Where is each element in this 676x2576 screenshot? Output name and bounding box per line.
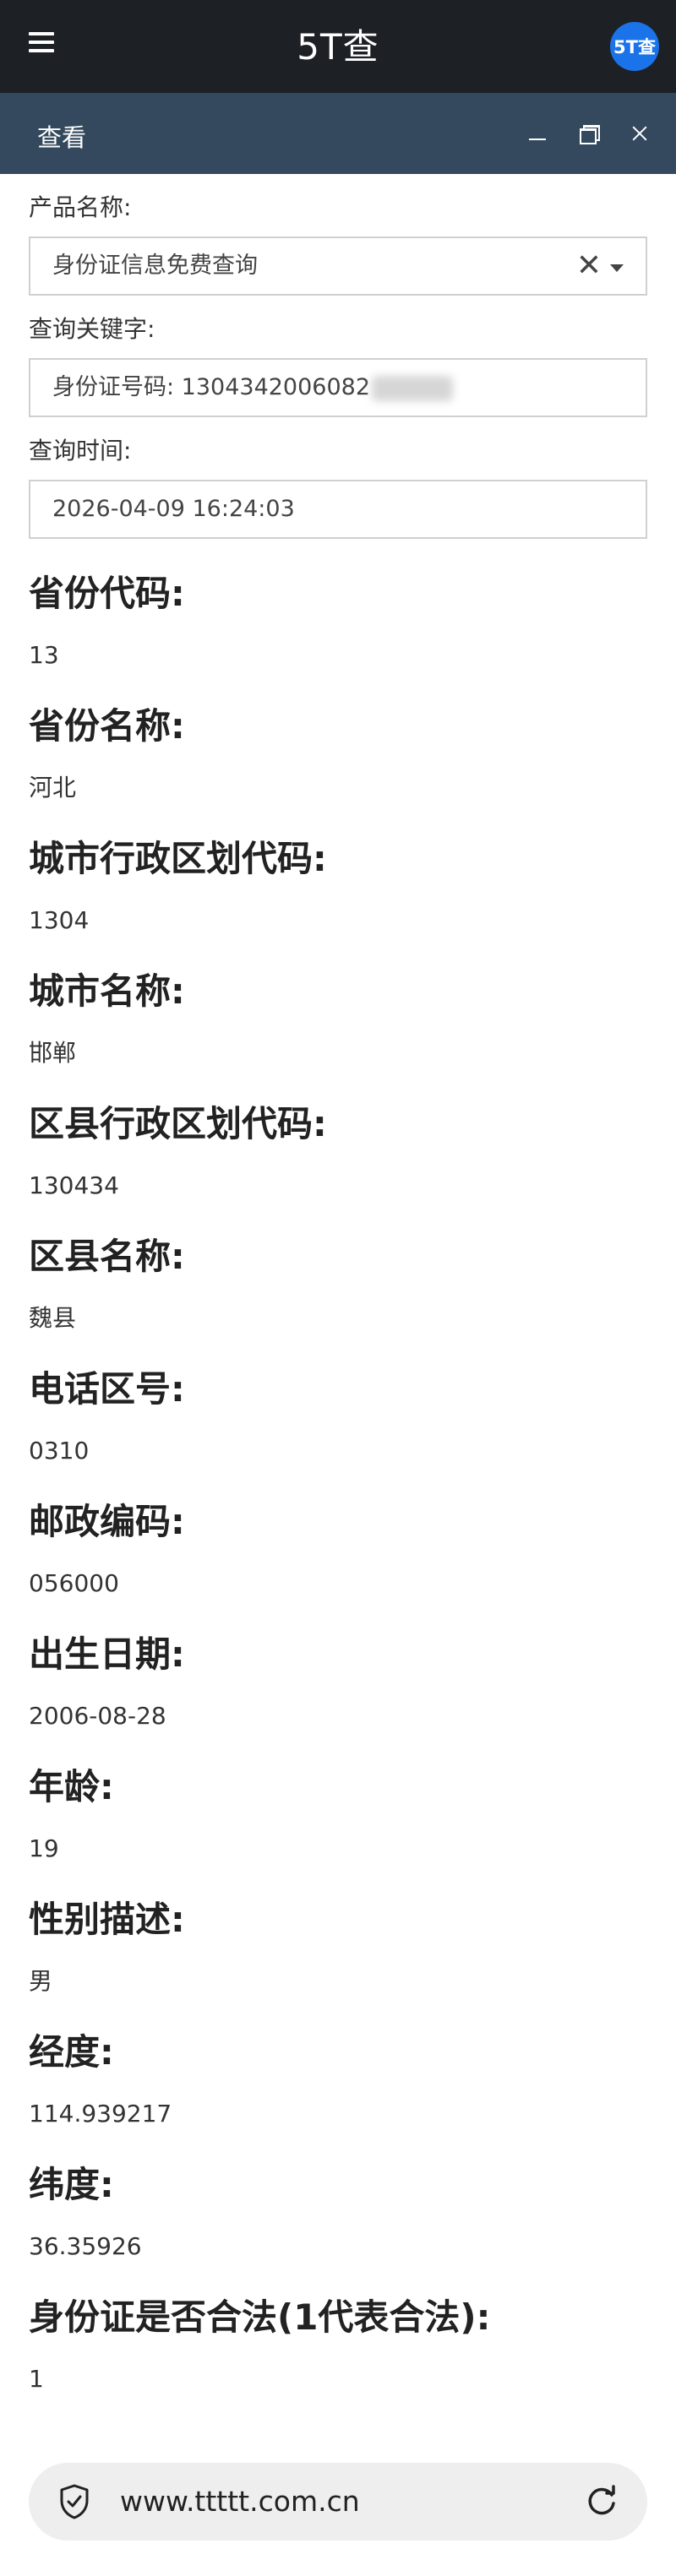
result-label: 区县名称:	[29, 1236, 185, 1277]
result-value: 130434	[29, 1171, 119, 1199]
chevron-down-icon[interactable]	[610, 264, 624, 272]
result-list: 省份代码: 13 省份名称: 河北 城市行政区划代码: 1304 城市名称: 邯…	[29, 559, 647, 2416]
result-item: 身份证是否合法(1代表合法): 1	[29, 2283, 647, 2416]
result-label: 纬度:	[29, 2164, 114, 2205]
app-title: 5T查	[297, 26, 379, 68]
result-label: 年龄:	[29, 1766, 114, 1807]
result-item: 经度: 114.939217	[29, 2018, 647, 2150]
reload-icon[interactable]	[581, 2481, 622, 2522]
time-field[interactable]: 2026-04-09 16:24:03	[29, 480, 647, 539]
top-app-bar: 5T查 5T查	[0, 0, 676, 93]
result-label: 区县行政区划代码:	[29, 1103, 327, 1144]
redaction-blur	[372, 375, 453, 401]
close-icon[interactable]	[622, 117, 656, 150]
result-item: 邮政编码: 056000	[29, 1487, 647, 1620]
result-value: 魏县	[29, 1304, 77, 1332]
browser-address-bar[interactable]: www.ttttt.com.cn	[29, 2463, 647, 2541]
result-item: 电话区号: 0310	[29, 1355, 647, 1487]
result-label: 省份名称:	[29, 705, 185, 747]
result-label: 性别描述:	[29, 1899, 185, 1940]
logo-badge[interactable]: 5T查	[610, 22, 659, 71]
product-select[interactable]: 身份证信息免费查询 ✕	[29, 236, 647, 296]
result-item: 区县行政区划代码: 130434	[29, 1090, 647, 1222]
result-item: 省份名称: 河北	[29, 692, 647, 824]
result-value: 056000	[29, 1569, 119, 1597]
url-text: www.ttttt.com.cn	[120, 2485, 360, 2518]
result-value: 1304	[29, 906, 90, 934]
result-value: 河北	[29, 774, 77, 802]
result-label: 经度:	[29, 2031, 114, 2073]
result-item: 出生日期: 2006-08-28	[29, 1620, 647, 1753]
maximize-icon[interactable]	[571, 117, 605, 150]
query-form: 产品名称: 身份证信息免费查询 ✕ 查询关键字: 身份证号码: 13043420…	[29, 174, 647, 2416]
product-label: 产品名称:	[29, 193, 132, 221]
result-label: 城市名称:	[29, 970, 185, 1012]
result-value: 36.35926	[29, 2232, 142, 2260]
result-label: 城市行政区划代码:	[29, 838, 327, 879]
result-value: 13	[29, 641, 59, 669]
keyword-field[interactable]: 身份证号码: 1304342006082	[29, 358, 647, 417]
result-label: 电话区号:	[29, 1368, 185, 1410]
minimize-icon[interactable]	[521, 117, 554, 150]
result-value: 邯郸	[29, 1039, 77, 1067]
result-value: 19	[29, 1834, 59, 1862]
result-item: 年龄: 19	[29, 1753, 647, 1885]
window-title-bar: 查看	[0, 93, 676, 174]
result-item: 区县名称: 魏县	[29, 1222, 647, 1355]
result-value: 男	[29, 1967, 53, 1995]
clear-icon[interactable]: ✕	[576, 238, 602, 294]
result-label: 省份代码:	[29, 573, 185, 614]
result-value: 0310	[29, 1437, 90, 1465]
shield-icon	[60, 2484, 89, 2519]
result-item: 城市名称: 邯郸	[29, 957, 647, 1090]
result-item: 性别描述: 男	[29, 1885, 647, 2018]
result-value: 2006-08-28	[29, 1702, 166, 1730]
result-label: 出生日期:	[29, 1633, 185, 1675]
result-value: 114.939217	[29, 2100, 172, 2128]
keyword-label: 查询关键字:	[29, 315, 155, 343]
result-label: 身份证是否合法(1代表合法):	[29, 2296, 491, 2338]
result-item: 城市行政区划代码: 1304	[29, 824, 647, 957]
time-field-value: 2026-04-09 16:24:03	[52, 496, 295, 522]
result-item: 纬度: 36.35926	[29, 2150, 647, 2283]
product-select-value: 身份证信息免费查询	[52, 253, 258, 279]
result-item: 省份代码: 13	[29, 559, 647, 692]
time-label: 查询时间:	[29, 437, 132, 465]
keyword-field-value: 身份证号码: 1304342006082	[52, 374, 370, 400]
result-value: 1	[29, 2365, 44, 2393]
result-label: 邮政编码:	[29, 1501, 185, 1542]
window-title: 查看	[37, 123, 87, 152]
